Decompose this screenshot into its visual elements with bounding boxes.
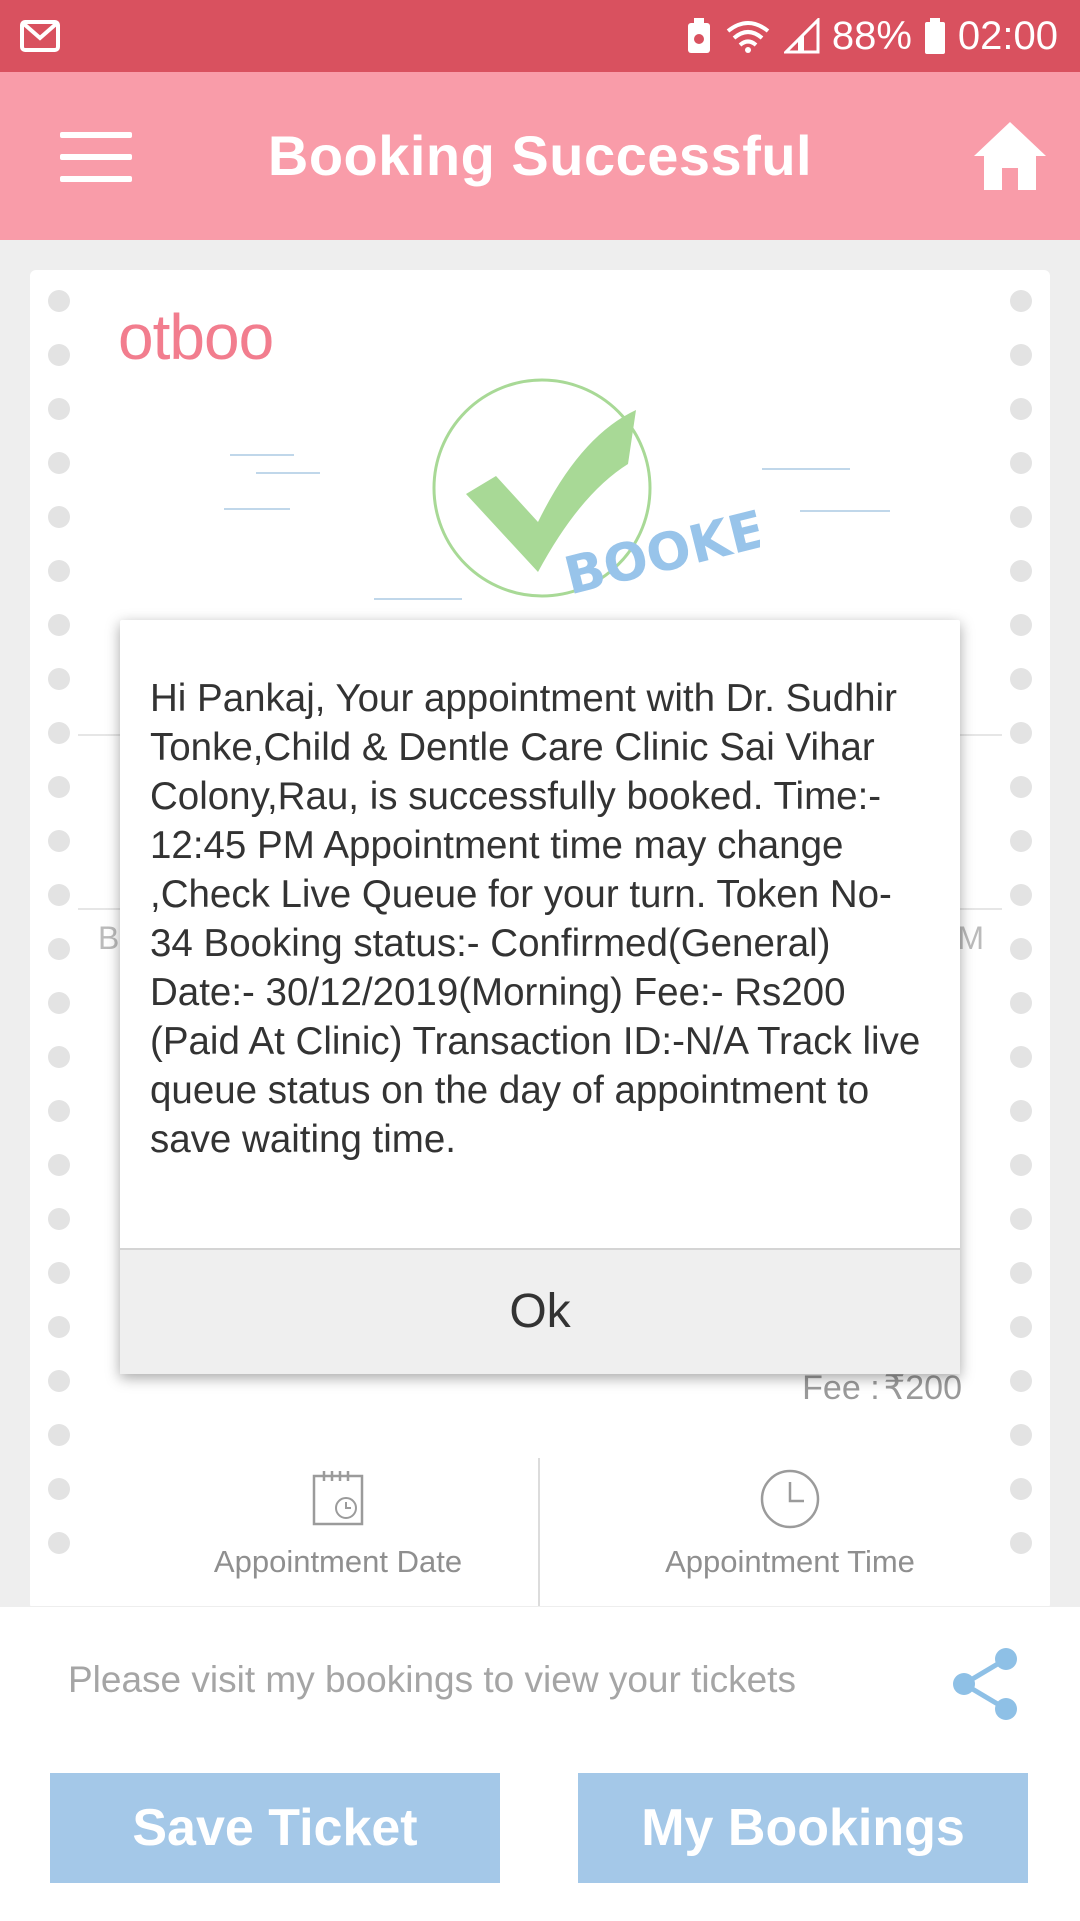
ok-button[interactable]: Ok xyxy=(120,1248,960,1374)
booking-confirmation-dialog: Hi Pankaj, Your appointment with Dr. Sud… xyxy=(120,620,960,1374)
dialog-overlay: Hi Pankaj, Your appointment with Dr. Sud… xyxy=(0,0,1080,1920)
dialog-message: Hi Pankaj, Your appointment with Dr. Sud… xyxy=(150,677,921,1161)
